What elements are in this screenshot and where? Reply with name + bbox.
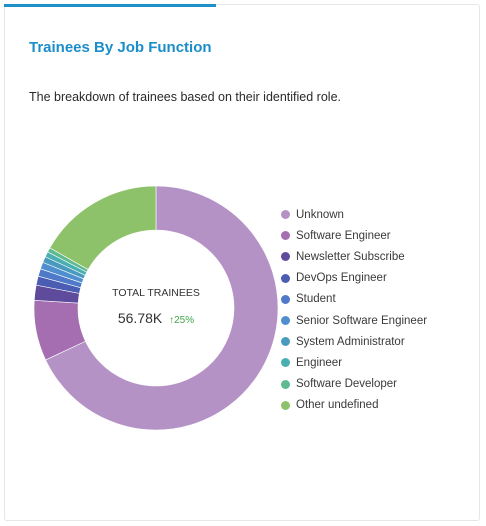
legend-dot	[281, 231, 290, 241]
delta-badge: ↑25%	[169, 315, 194, 326]
legend-dot	[281, 379, 290, 389]
legend-item-unknown[interactable]: Unknown	[281, 204, 427, 225]
legend-item-devops-engineer[interactable]: DevOps Engineer	[281, 268, 427, 289]
legend-dot	[281, 294, 290, 304]
legend-dot	[281, 400, 290, 410]
legend-item-student[interactable]: Student	[281, 289, 427, 310]
legend-item-software-engineer[interactable]: Software Engineer	[281, 225, 427, 246]
legend-label: Newsletter Subscribe	[296, 250, 405, 263]
legend-dot	[281, 316, 290, 326]
legend-label: Other undefined	[296, 399, 379, 412]
legend-dot	[281, 252, 290, 262]
legend-label: Unknown	[296, 208, 344, 221]
chart-legend: Unknown Software Engineer Newsletter Subsc…	[281, 204, 427, 416]
legend-item-system-administrator[interactable]: System Administrator	[281, 331, 427, 352]
total-value-row: 56.78K ↑25%	[95, 310, 217, 326]
legend-item-other-undefined[interactable]: Other undefined	[281, 395, 427, 416]
legend-label: Software Developer	[296, 378, 397, 391]
legend-item-engineer[interactable]: Engineer	[281, 352, 427, 373]
legend-label: Student	[296, 293, 336, 306]
donut-slice-other-undefined[interactable]	[49, 185, 157, 270]
legend-label: Engineer	[296, 356, 343, 369]
legend-dot	[281, 337, 290, 347]
total-value: 56.78K	[117, 310, 163, 326]
legend-item-software-developer[interactable]: Software Developer	[281, 374, 427, 395]
total-label: TOTAL TRAINEES	[112, 287, 200, 299]
legend-label: Senior Software Engineer	[296, 314, 428, 327]
legend-label: System Administrator	[296, 335, 405, 348]
legend-label: DevOps Engineer	[296, 272, 387, 285]
delta-value: 25%	[174, 315, 195, 326]
legend-dot	[281, 273, 290, 283]
legend-label: Software Engineer	[296, 229, 391, 242]
legend-item-newsletter-subscribe[interactable]: Newsletter Subscribe	[281, 246, 427, 267]
legend-dot	[281, 358, 290, 368]
legend-item-senior-software-engineer[interactable]: Senior Software Engineer	[281, 310, 427, 331]
legend-dot	[281, 210, 290, 220]
